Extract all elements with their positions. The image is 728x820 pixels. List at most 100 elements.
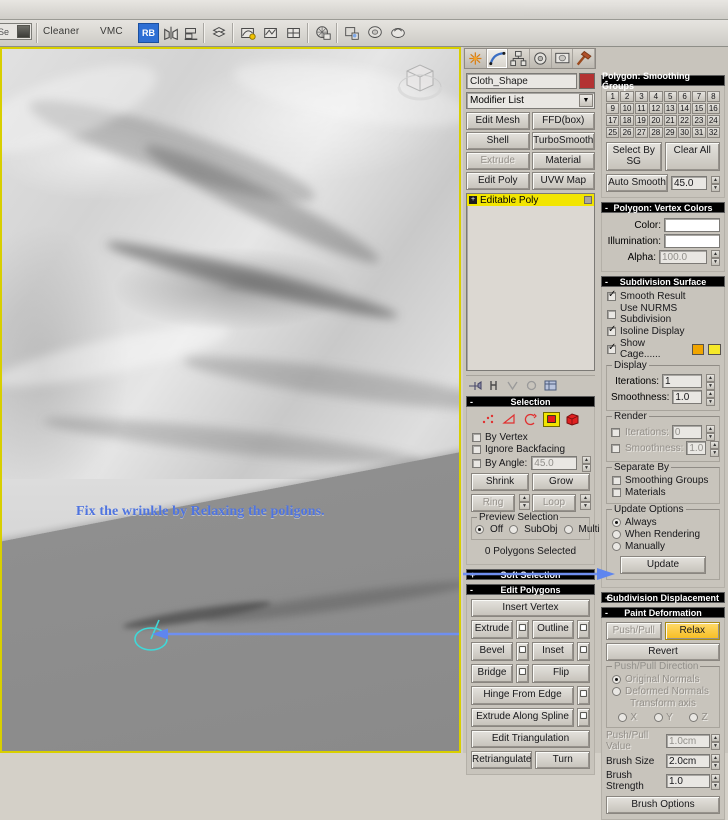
sg-button[interactable]: 18: [620, 115, 634, 126]
material-editor-icon[interactable]: [284, 23, 304, 43]
make-unique-icon[interactable]: [504, 378, 521, 393]
render-iterations-spinner[interactable]: ▲ ▼: [706, 425, 715, 441]
clear-all-button[interactable]: Clear All: [664, 142, 720, 171]
retriangulate-button[interactable]: Retriangulate: [471, 751, 533, 769]
render-smoothness-spinner[interactable]: ▲ ▼: [710, 441, 720, 457]
show-end-result-icon[interactable]: [485, 378, 502, 393]
toolbar-label-vmc[interactable]: VMC: [100, 26, 123, 37]
outline-settings-button[interactable]: [577, 620, 590, 639]
preview-off-radio[interactable]: [475, 525, 484, 534]
bridge-settings-button[interactable]: [516, 664, 529, 683]
sg-button[interactable]: 4: [649, 91, 663, 102]
sg-button[interactable]: 6: [677, 91, 692, 102]
auto-smooth-value[interactable]: 45.0: [671, 176, 707, 190]
ignore-backfacing-checkbox[interactable]: [472, 445, 481, 454]
extrude-settings-button[interactable]: [516, 620, 529, 639]
modifier-button-material[interactable]: Material: [531, 152, 595, 170]
modifier-button-edit-poly[interactable]: Edit Poly: [466, 172, 530, 190]
render-smoothness-value[interactable]: 1.0: [686, 441, 707, 455]
configure-modifier-sets-icon[interactable]: [542, 378, 559, 393]
sg-button[interactable]: 16: [706, 103, 720, 114]
render-frame-icon[interactable]: [342, 23, 362, 43]
sg-button[interactable]: 5: [663, 91, 677, 102]
expand-icon[interactable]: +: [605, 593, 610, 603]
hinge-from-edge-settings-button[interactable]: [577, 686, 590, 705]
smooth-result-row[interactable]: Smooth Result: [607, 289, 721, 302]
separate-smoothing-groups-checkbox[interactable]: [612, 476, 621, 485]
sg-button[interactable]: 30: [677, 127, 692, 138]
sg-button[interactable]: 3: [634, 91, 649, 102]
update-manually-row[interactable]: Manually: [612, 541, 716, 552]
sg-button[interactable]: 2: [620, 91, 634, 102]
collapse-icon[interactable]: -: [470, 397, 473, 407]
turn-button[interactable]: Turn: [535, 751, 590, 769]
by-angle-value[interactable]: 45.0: [531, 456, 577, 470]
chevron-down-icon[interactable]: [17, 25, 30, 38]
utilities-tab[interactable]: [573, 49, 596, 68]
collapse-icon[interactable]: -: [605, 277, 608, 287]
sg-button[interactable]: 20: [649, 115, 663, 126]
by-vertex-checkbox[interactable]: [472, 433, 481, 442]
show-cage-color-a-swatch[interactable]: [691, 343, 705, 355]
relax-button[interactable]: Relax: [664, 622, 720, 640]
render-iterations-value[interactable]: 0: [671, 425, 702, 439]
modify-tab[interactable]: [486, 49, 509, 68]
vertex-colors-rollout-header[interactable]: - Polygon: Vertex Colors: [601, 202, 725, 213]
sg-button[interactable]: 28: [649, 127, 663, 138]
collapse-icon[interactable]: -: [605, 76, 608, 86]
insert-vertex-button[interactable]: Insert Vertex: [471, 599, 590, 617]
update-always-row[interactable]: Always: [612, 517, 716, 528]
edit-triangulation-button[interactable]: Edit Triangulation: [471, 730, 590, 748]
update-always-radio[interactable]: [612, 518, 621, 527]
update-button[interactable]: Update: [620, 556, 706, 574]
outline-button[interactable]: Outline: [532, 620, 574, 639]
separate-materials-checkbox[interactable]: [612, 488, 621, 497]
render-preview-icon[interactable]: [388, 23, 408, 43]
bevel-settings-button[interactable]: [516, 642, 529, 661]
collapse-icon[interactable]: -: [470, 585, 473, 595]
inset-settings-button[interactable]: [577, 642, 590, 661]
by-angle-row[interactable]: By Angle: 45.0 ▲ ▼: [472, 456, 591, 472]
vertex-alpha-spinner[interactable]: ▲ ▼: [711, 250, 720, 266]
auto-smooth-button[interactable]: Auto Smooth: [606, 174, 668, 192]
edit-polygons-rollout-header[interactable]: - Edit Polygons: [466, 584, 595, 595]
modifier-button-turbosmooth[interactable]: TurboSmooth: [531, 132, 595, 150]
shrink-button[interactable]: Shrink: [471, 473, 529, 491]
show-cage-color-b-swatch[interactable]: [708, 343, 722, 355]
isoline-display-row[interactable]: Isoline Display: [607, 324, 721, 337]
modifier-button-uvw-map[interactable]: UVW Map: [531, 172, 595, 190]
extrude-along-spline-settings-button[interactable]: [577, 708, 590, 727]
schematic-view-icon[interactable]: [261, 23, 281, 43]
display-smoothness-spinner[interactable]: ▲ ▼: [706, 390, 715, 406]
sg-button[interactable]: 21: [663, 115, 677, 126]
sg-button[interactable]: 32: [706, 127, 720, 138]
pin-stack-icon[interactable]: [466, 378, 483, 393]
bridge-button[interactable]: Bridge: [471, 664, 513, 683]
sg-button[interactable]: 27: [634, 127, 649, 138]
modifier-list-dropdown[interactable]: Modifier List ▼: [466, 92, 595, 109]
motion-tab[interactable]: [530, 49, 552, 68]
brush-size-field[interactable]: 2.0cm: [666, 754, 710, 768]
object-color-swatch[interactable]: [579, 73, 595, 89]
sg-button[interactable]: 26: [620, 127, 634, 138]
display-iterations-spinner[interactable]: ▲ ▼: [706, 374, 715, 390]
subdivision-surface-rollout-header[interactable]: - Subdivision Surface: [601, 276, 725, 287]
layer-manager-icon[interactable]: [209, 23, 229, 43]
sg-button[interactable]: 12: [649, 103, 663, 114]
sg-button[interactable]: 22: [677, 115, 692, 126]
ignore-backfacing-row[interactable]: Ignore Backfacing: [472, 444, 591, 455]
sg-button[interactable]: 17: [606, 115, 620, 126]
sg-button[interactable]: 24: [706, 115, 720, 126]
paint-deformation-rollout-header[interactable]: - Paint Deformation: [601, 607, 725, 618]
smoothing-groups-rollout-header[interactable]: - Polygon: Smoothing Groups: [601, 71, 725, 91]
polygon-icon[interactable]: [543, 412, 560, 427]
by-angle-spinner[interactable]: ▲ ▼: [582, 456, 591, 472]
grow-button[interactable]: Grow: [532, 473, 590, 491]
hinge-from-edge-button[interactable]: Hinge From Edge: [471, 686, 574, 705]
sg-button[interactable]: 15: [692, 103, 706, 114]
sg-button[interactable]: 7: [692, 91, 706, 102]
sg-button[interactable]: 25: [606, 127, 620, 138]
update-manually-radio[interactable]: [612, 542, 621, 551]
expand-icon[interactable]: +: [469, 196, 477, 204]
by-vertex-row[interactable]: By Vertex: [472, 432, 591, 443]
